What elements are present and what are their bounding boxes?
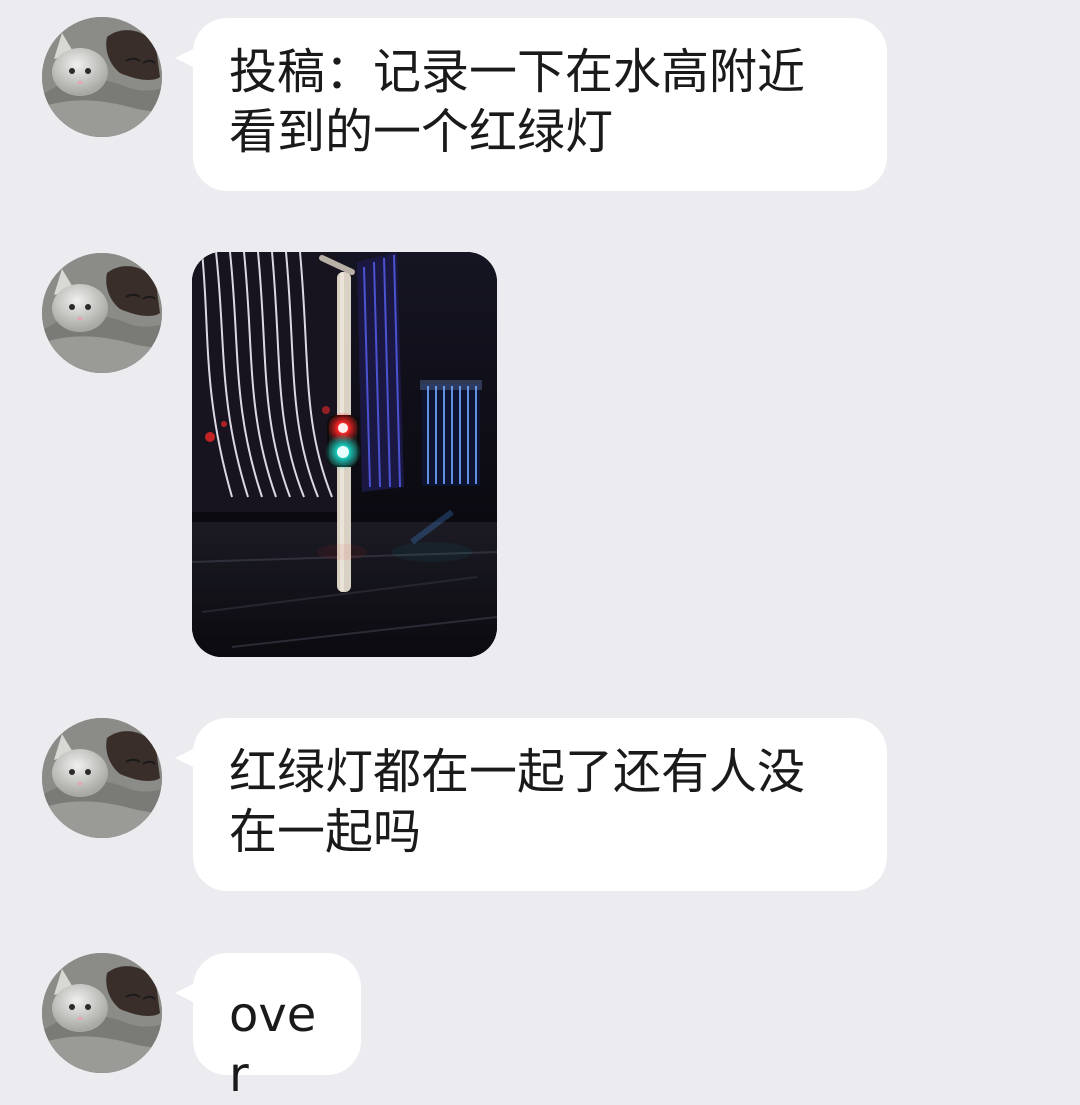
- avatar[interactable]: [42, 718, 162, 838]
- message-bubble[interactable]: over: [175, 953, 361, 1103]
- night-street-traffic-light-image: [192, 252, 497, 657]
- cat-avatar-icon: [42, 953, 162, 1073]
- cat-avatar-icon: [42, 17, 162, 137]
- message-text: over: [229, 987, 317, 1103]
- message-text: 红绿灯都在一起了还有人没在一起吗: [229, 744, 806, 860]
- image-message[interactable]: [192, 252, 497, 657]
- avatar[interactable]: [42, 953, 162, 1073]
- avatar[interactable]: [42, 17, 162, 137]
- message-bubble[interactable]: 投稿：记录一下在水高附近看到的一个红绿灯: [175, 18, 887, 191]
- message-bubble[interactable]: 红绿灯都在一起了还有人没在一起吗: [175, 718, 887, 891]
- cat-avatar-icon: [42, 718, 162, 838]
- avatar[interactable]: [42, 253, 162, 373]
- cat-avatar-icon: [42, 253, 162, 373]
- message-text: 投稿：记录一下在水高附近看到的一个红绿灯: [229, 44, 806, 160]
